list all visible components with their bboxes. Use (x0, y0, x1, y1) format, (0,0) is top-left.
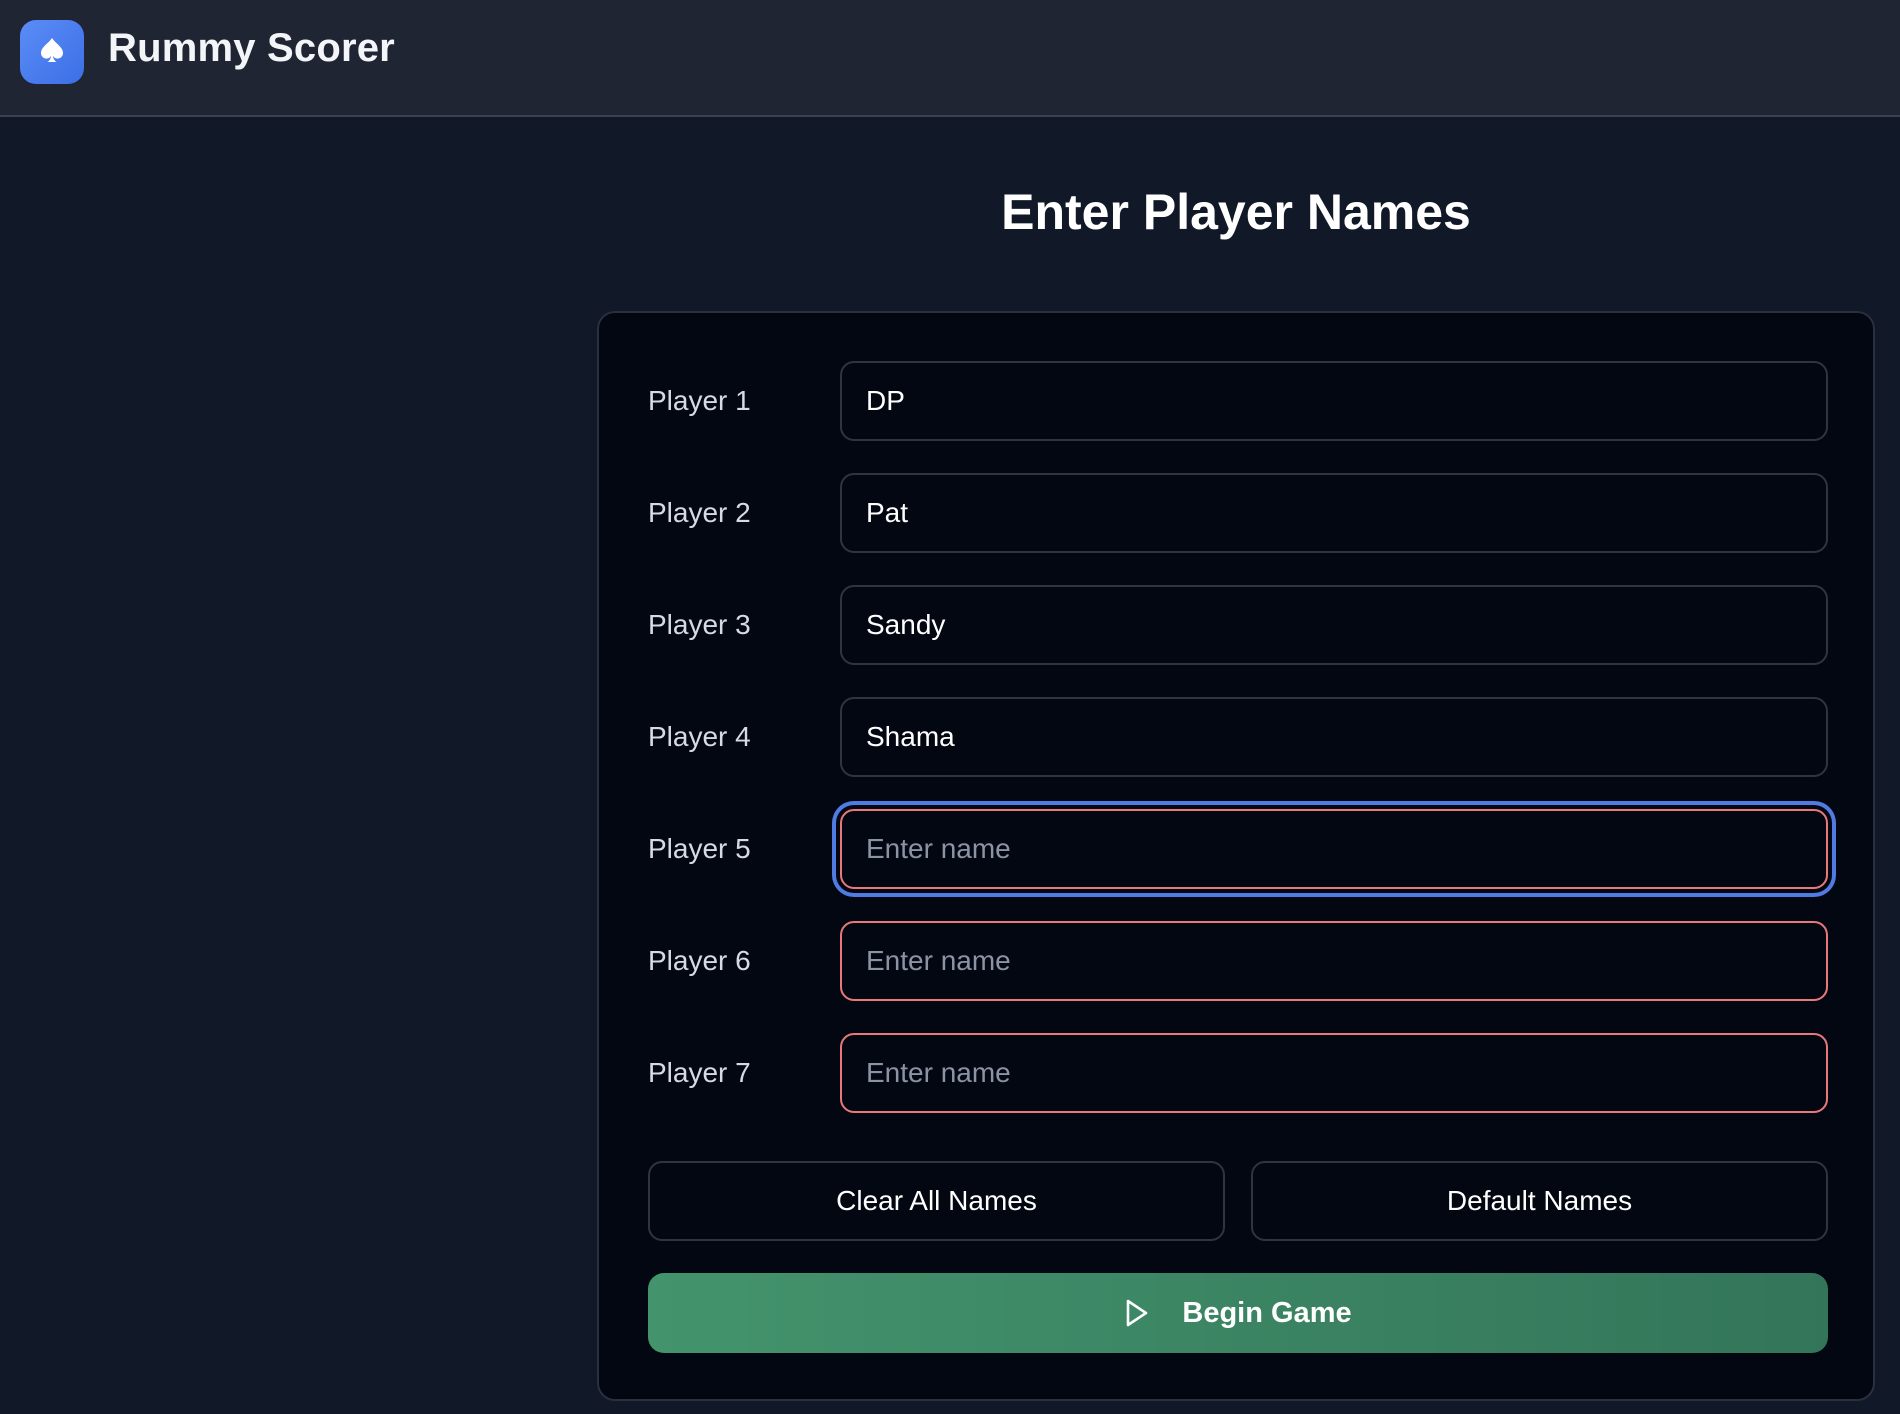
player-5-name-input[interactable] (840, 809, 1828, 889)
player-5-label: Player 5 (648, 833, 751, 864)
player-7-name-input[interactable] (840, 1033, 1828, 1113)
play-icon (1124, 1298, 1150, 1328)
begin-game-label: Begin Game (1182, 1296, 1352, 1329)
player-6-name-input[interactable] (840, 921, 1828, 1001)
app-title: Rummy Scorer (108, 26, 395, 70)
player-names-form: Player 1 Player 2 Player 3 Player 4 Play… (597, 311, 1875, 1401)
player-4-label: Player 4 (648, 721, 751, 752)
player-row-5: Player 5 (599, 809, 1873, 889)
player-2-label: Player 2 (648, 497, 751, 528)
player-row-4: Player 4 (599, 697, 1873, 777)
player-3-label: Player 3 (648, 609, 751, 640)
player-row-2: Player 2 (599, 473, 1873, 553)
player-3-name-input[interactable] (840, 585, 1828, 665)
player-row-6: Player 6 (599, 921, 1873, 1001)
begin-game-button[interactable]: Begin Game (648, 1273, 1828, 1353)
player-6-label: Player 6 (648, 945, 751, 976)
player-1-name-input[interactable] (840, 361, 1828, 441)
spade-icon (39, 36, 65, 69)
player-row-7: Player 7 (599, 1033, 1873, 1113)
player-1-label: Player 1 (648, 385, 751, 416)
player-2-name-input[interactable] (840, 473, 1828, 553)
page-title: Enter Player Names (1001, 184, 1471, 240)
default-names-button[interactable]: Default Names (1251, 1161, 1828, 1241)
app-header: Rummy Scorer (0, 0, 1900, 117)
app-logo (20, 20, 84, 84)
player-4-name-input[interactable] (840, 697, 1828, 777)
player-7-label: Player 7 (648, 1057, 751, 1088)
clear-all-names-button[interactable]: Clear All Names (648, 1161, 1225, 1241)
player-row-3: Player 3 (599, 585, 1873, 665)
player-row-1: Player 1 (599, 361, 1873, 441)
